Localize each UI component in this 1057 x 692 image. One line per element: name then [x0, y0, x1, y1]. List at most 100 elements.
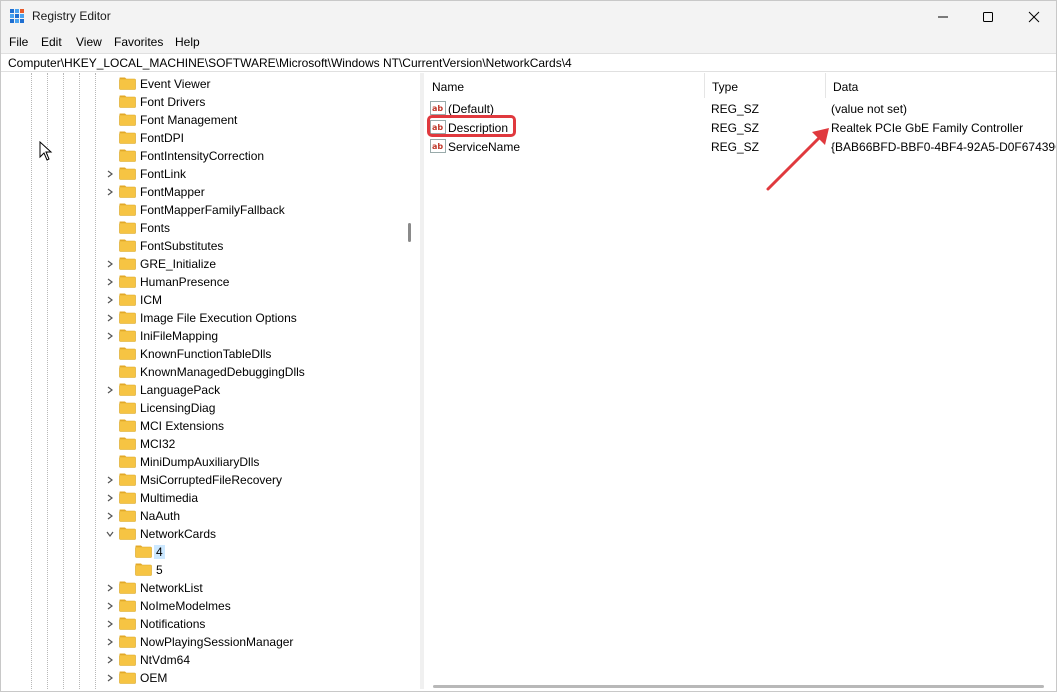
address-bar[interactable]: Computer\HKEY_LOCAL_MACHINE\SOFTWARE\Mic… — [1, 53, 1056, 72]
tree-item-label: Notifications — [140, 617, 206, 631]
tree-item[interactable]: GRE_Initialize — [3, 255, 403, 273]
value-data: {BAB66BFD-BBF0-4BF4-92A5-D0F67439CA7 — [831, 140, 1056, 154]
chevron-right-icon[interactable] — [106, 602, 114, 610]
tree-item[interactable]: NoImeModelmes — [3, 597, 403, 615]
chevron-down-icon[interactable] — [106, 530, 114, 538]
menu-file[interactable]: File — [9, 35, 28, 49]
column-header-data[interactable]: Data — [825, 73, 1056, 98]
tree-item[interactable]: LanguagePack — [3, 381, 403, 399]
folder-icon — [119, 401, 136, 414]
tree-item[interactable]: FontIntensityCorrection — [3, 147, 403, 165]
tree-item-label: Font Drivers — [140, 95, 206, 109]
tree-item[interactable]: Notifications — [3, 615, 403, 633]
values-list[interactable]: Name Type Data ab (Default) REG_SZ (valu… — [424, 73, 1056, 689]
tree-item[interactable]: HumanPresence — [3, 273, 403, 291]
tree-item-label: FontLink — [140, 167, 187, 181]
folder-icon — [119, 275, 136, 288]
folder-icon — [119, 671, 136, 684]
column-header-name[interactable]: Name — [424, 73, 704, 98]
chevron-right-icon[interactable] — [106, 620, 114, 628]
chevron-right-icon[interactable] — [106, 170, 114, 178]
value-row[interactable]: ab ServiceName REG_SZ {BAB66BFD-BBF0-4BF… — [424, 137, 1056, 156]
tree-item[interactable]: KnownFunctionTableDlls — [3, 345, 403, 363]
tree-item[interactable]: FontDPI — [3, 129, 403, 147]
key-tree[interactable]: Event Viewer Font Drivers Font Management F… — [3, 73, 417, 689]
folder-icon — [119, 293, 136, 306]
tree-item[interactable]: NaAuth — [3, 507, 403, 525]
tree-item[interactable]: FontMapper — [3, 183, 403, 201]
tree-item[interactable]: 5 — [3, 561, 403, 579]
chevron-right-icon[interactable] — [106, 656, 114, 664]
folder-icon — [119, 491, 136, 504]
tree-item-label: Event Viewer — [140, 77, 211, 91]
tree-scroll-thumb[interactable] — [408, 223, 411, 242]
values-scroll-thumb[interactable] — [433, 685, 1044, 688]
tree-vertical-scrollbar[interactable] — [403, 73, 417, 689]
tree-item[interactable]: KnownManagedDebuggingDlls — [3, 363, 403, 381]
chevron-right-icon[interactable] — [106, 386, 114, 394]
title-bar[interactable]: Registry Editor — [1, 1, 1056, 32]
tree-item[interactable]: NowPlayingSessionManager — [3, 633, 403, 651]
chevron-right-icon[interactable] — [106, 314, 114, 322]
tree-item[interactable]: ICM — [3, 291, 403, 309]
tree-item[interactable]: Font Drivers — [3, 93, 403, 111]
tree-item[interactable]: MCI32 — [3, 435, 403, 453]
tree-item[interactable]: MCI Extensions — [3, 417, 403, 435]
menu-edit[interactable]: Edit — [41, 35, 62, 49]
string-value-icon: ab — [430, 139, 446, 153]
tree-item[interactable]: Event Viewer — [3, 75, 403, 93]
address-path[interactable]: Computer\HKEY_LOCAL_MACHINE\SOFTWARE\Mic… — [8, 56, 572, 70]
column-header-type[interactable]: Type — [704, 73, 825, 98]
chevron-right-icon[interactable] — [106, 638, 114, 646]
maximize-button[interactable] — [965, 1, 1011, 32]
value-row[interactable]: ab (Default) REG_SZ (value not set) — [424, 99, 1056, 118]
folder-icon — [119, 311, 136, 324]
annotation-arrow-icon — [766, 128, 829, 191]
tree-item-label: 4 — [154, 545, 165, 559]
menu-bar: File Edit View Favorites Help — [1, 32, 1056, 53]
minimize-button[interactable] — [920, 1, 966, 32]
menu-view[interactable]: View — [76, 35, 102, 49]
chevron-right-icon[interactable] — [106, 188, 114, 196]
chevron-right-icon[interactable] — [106, 674, 114, 682]
folder-icon — [119, 149, 136, 162]
highlight-box-description — [427, 115, 516, 137]
tree-item[interactable]: Image File Execution Options — [3, 309, 403, 327]
tree-item[interactable]: FontMapperFamilyFallback — [3, 201, 403, 219]
chevron-right-icon[interactable] — [106, 584, 114, 592]
chevron-right-icon[interactable] — [106, 332, 114, 340]
chevron-right-icon[interactable] — [106, 278, 114, 286]
folder-icon — [119, 419, 136, 432]
tree-item-label: ICM — [140, 293, 162, 307]
tree-item[interactable]: 4 — [3, 543, 403, 561]
chevron-right-icon[interactable] — [106, 512, 114, 520]
close-button[interactable] — [1011, 1, 1057, 32]
tree-item[interactable]: FontSubstitutes — [3, 237, 403, 255]
tree-item[interactable]: Font Management — [3, 111, 403, 129]
chevron-right-icon[interactable] — [106, 296, 114, 304]
menu-favorites[interactable]: Favorites — [114, 35, 163, 49]
tree-item[interactable]: IniFileMapping — [3, 327, 403, 345]
folder-icon — [135, 563, 152, 576]
tree-item-label: FontMapper — [140, 185, 205, 199]
tree-item[interactable]: FontLink — [3, 165, 403, 183]
tree-item[interactable]: NetworkCards — [3, 525, 403, 543]
chevron-right-icon[interactable] — [106, 260, 114, 268]
tree-item[interactable]: LicensingDiag — [3, 399, 403, 417]
tree-item[interactable]: NetworkList — [3, 579, 403, 597]
tree-item-label: MiniDumpAuxiliaryDlls — [140, 455, 260, 469]
menu-help[interactable]: Help — [175, 35, 200, 49]
tree-item[interactable]: MiniDumpAuxiliaryDlls — [3, 453, 403, 471]
tree-item[interactable]: NtVdm64 — [3, 651, 403, 669]
tree-item-label: Multimedia — [140, 491, 199, 505]
tree-item[interactable]: MsiCorruptedFileRecovery — [3, 471, 403, 489]
tree-item[interactable]: Multimedia — [3, 489, 403, 507]
tree-item-label: NaAuth — [140, 509, 181, 523]
tree-item-label: GRE_Initialize — [140, 257, 217, 271]
tree-item[interactable]: OEM — [3, 669, 403, 687]
value-row[interactable]: ab Description REG_SZ Realtek PCIe GbE F… — [424, 118, 1056, 137]
chevron-right-icon[interactable] — [106, 476, 114, 484]
tree-item[interactable]: Fonts — [3, 219, 403, 237]
folder-icon — [119, 185, 136, 198]
chevron-right-icon[interactable] — [106, 494, 114, 502]
